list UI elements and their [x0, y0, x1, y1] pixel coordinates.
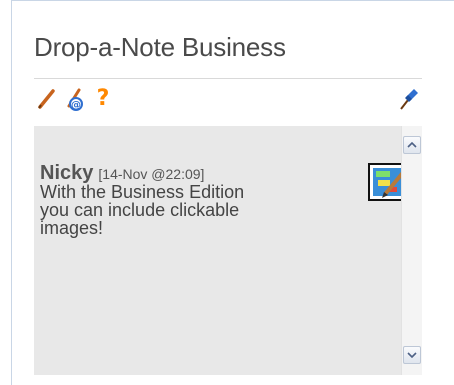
vertical-scrollbar[interactable]: [401, 126, 422, 375]
toolbar: @ ?: [34, 85, 422, 115]
svg-text:@: @: [71, 100, 81, 111]
scroll-up-button[interactable]: [403, 136, 421, 154]
pencil-icon[interactable]: [34, 85, 62, 113]
drop-a-note-widget: Drop-a-Note Business @ ? Nicky [14-Nov @…: [11, 0, 454, 385]
note-author: Nicky: [40, 162, 94, 184]
pin-icon[interactable]: [394, 85, 422, 113]
note-item: Nicky [14-Nov @22:09] With the Business …: [40, 162, 350, 238]
add-note-icon[interactable]: @: [61, 85, 89, 113]
help-icon[interactable]: ?: [89, 85, 117, 113]
note-text-line: you can include clickable: [40, 200, 240, 220]
note-timestamp: [14-Nov @22:09]: [98, 166, 205, 182]
scroll-down-button[interactable]: [403, 346, 421, 364]
note-text-line: With the Business Edition: [40, 182, 245, 202]
title-divider: [34, 78, 422, 79]
widget-title: Drop-a-Note Business: [34, 32, 286, 62]
notes-area: Nicky [14-Nov @22:09] With the Business …: [34, 126, 422, 375]
chevron-down-icon: [407, 352, 417, 358]
chevron-up-icon: [407, 142, 417, 148]
note-text-line: images!: [40, 218, 104, 238]
